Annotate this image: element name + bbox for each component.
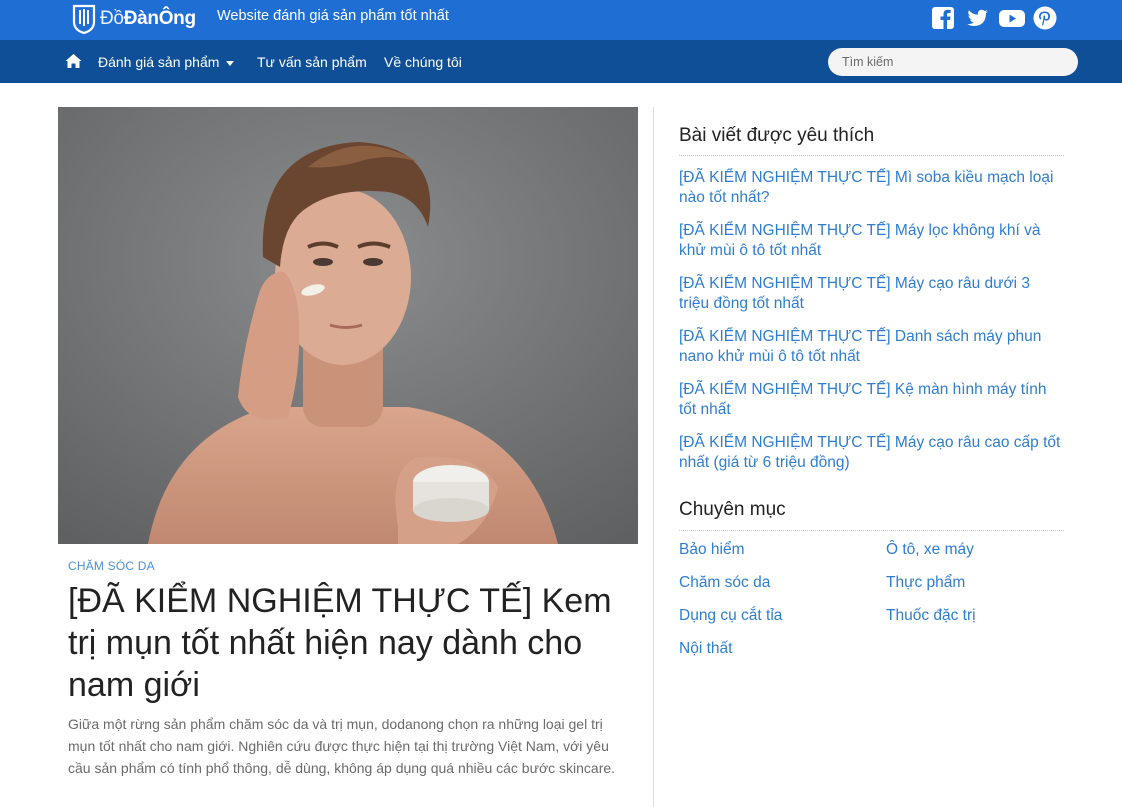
home-icon[interactable] bbox=[65, 53, 82, 69]
search-input[interactable] bbox=[828, 48, 1078, 76]
popular-post-link[interactable]: [ĐÃ KIỂM NGHIỆM THỰC TẾ] Mì soba kiều mạ… bbox=[679, 168, 1064, 208]
list-item: [ĐÃ KIỂM NGHIỆM THỰC TẾ] Danh sách máy p… bbox=[679, 327, 1064, 367]
category-link[interactable]: Bảo hiểm bbox=[679, 540, 886, 560]
site-tagline: Website đánh giá sản phẩm tốt nhất bbox=[217, 8, 449, 24]
column-divider bbox=[653, 107, 654, 807]
list-item: [ĐÃ KIỂM NGHIỆM THỰC TẾ] Máy lọc không k… bbox=[679, 221, 1064, 261]
article-title[interactable]: [ĐÃ KIỂM NGHIỆM THỰC TẾ] Kem trị mụn tốt… bbox=[68, 580, 628, 706]
popular-posts-list: [ĐÃ KIỂM NGHIỆM THỰC TẾ] Mì soba kiều mạ… bbox=[679, 168, 1064, 486]
category-link[interactable]: Nội thất bbox=[679, 639, 886, 659]
popular-post-link[interactable]: [ĐÃ KIỂM NGHIỆM THỰC TẾ] Danh sách máy p… bbox=[679, 327, 1064, 367]
popular-post-link[interactable]: [ĐÃ KIỂM NGHIỆM THỰC TẾ] Máy cạo râu cao… bbox=[679, 433, 1064, 473]
list-item: [ĐÃ KIỂM NGHIỆM THỰC TẾ] Máy cạo râu dướ… bbox=[679, 274, 1064, 314]
category-link[interactable]: Chăm sóc da bbox=[679, 573, 886, 593]
social-links bbox=[930, 5, 1058, 31]
top-bar: ĐồĐànÔng Website đánh giá sản phẩm tốt n… bbox=[0, 0, 1122, 40]
popular-post-link[interactable]: [ĐÃ KIỂM NGHIỆM THỰC TẾ] Máy lọc không k… bbox=[679, 221, 1064, 261]
heading-divider bbox=[679, 530, 1064, 531]
popular-post-link[interactable]: [ĐÃ KIỂM NGHIỆM THỰC TẾ] Kệ màn hình máy… bbox=[679, 380, 1064, 420]
man-applying-cream-image bbox=[58, 107, 638, 544]
category-link[interactable]: Thuốc đặc trị bbox=[886, 606, 1064, 626]
categories-heading: Chuyên mục bbox=[679, 499, 786, 520]
popular-posts-heading: Bài viết được yêu thích bbox=[679, 125, 875, 146]
article-excerpt: Giữa một rừng sản phẩm chăm sóc da và tr… bbox=[68, 716, 616, 776]
categories-grid: Bảo hiểm Ô tô, xe máy Chăm sóc da Thực p… bbox=[679, 540, 1064, 659]
shield-logo-icon bbox=[72, 4, 96, 34]
popular-post-link[interactable]: [ĐÃ KIỂM NGHIỆM THỰC TẾ] Máy cạo râu dướ… bbox=[679, 274, 1064, 314]
heading-divider bbox=[679, 155, 1064, 156]
category-link[interactable]: Ô tô, xe máy bbox=[886, 540, 1064, 560]
youtube-icon[interactable] bbox=[998, 5, 1025, 31]
pinterest-icon[interactable] bbox=[1032, 5, 1058, 31]
list-item: [ĐÃ KIỂM NGHIỆM THỰC TẾ] Mì soba kiều mạ… bbox=[679, 168, 1064, 208]
logo-text: ĐồĐànÔng bbox=[100, 8, 196, 29]
list-item: [ĐÃ KIỂM NGHIỆM THỰC TẾ] Kệ màn hình máy… bbox=[679, 380, 1064, 420]
nav-item-product-advice[interactable]: Tư vấn sản phẩm bbox=[257, 54, 367, 70]
article-featured-image[interactable] bbox=[58, 107, 638, 544]
article-category[interactable]: CHĂM SÓC DA bbox=[68, 559, 155, 573]
caret-down-icon bbox=[226, 60, 235, 66]
main-navbar: Đánh giá sản phẩm Tư vấn sản phẩm Về chú… bbox=[0, 40, 1122, 83]
nav-item-product-reviews[interactable]: Đánh giá sản phẩm bbox=[98, 54, 235, 70]
category-link[interactable]: Thực phẩm bbox=[886, 573, 1064, 593]
facebook-icon[interactable] bbox=[930, 5, 956, 31]
list-item: [ĐÃ KIỂM NGHIỆM THỰC TẾ] Máy cạo râu cao… bbox=[679, 433, 1064, 473]
twitter-icon[interactable] bbox=[964, 5, 990, 31]
category-link[interactable]: Dụng cụ cắt tỉa bbox=[679, 606, 886, 626]
site-logo[interactable]: ĐồĐànÔng bbox=[72, 2, 196, 36]
nav-item-about-us[interactable]: Về chúng tôi bbox=[384, 54, 462, 70]
